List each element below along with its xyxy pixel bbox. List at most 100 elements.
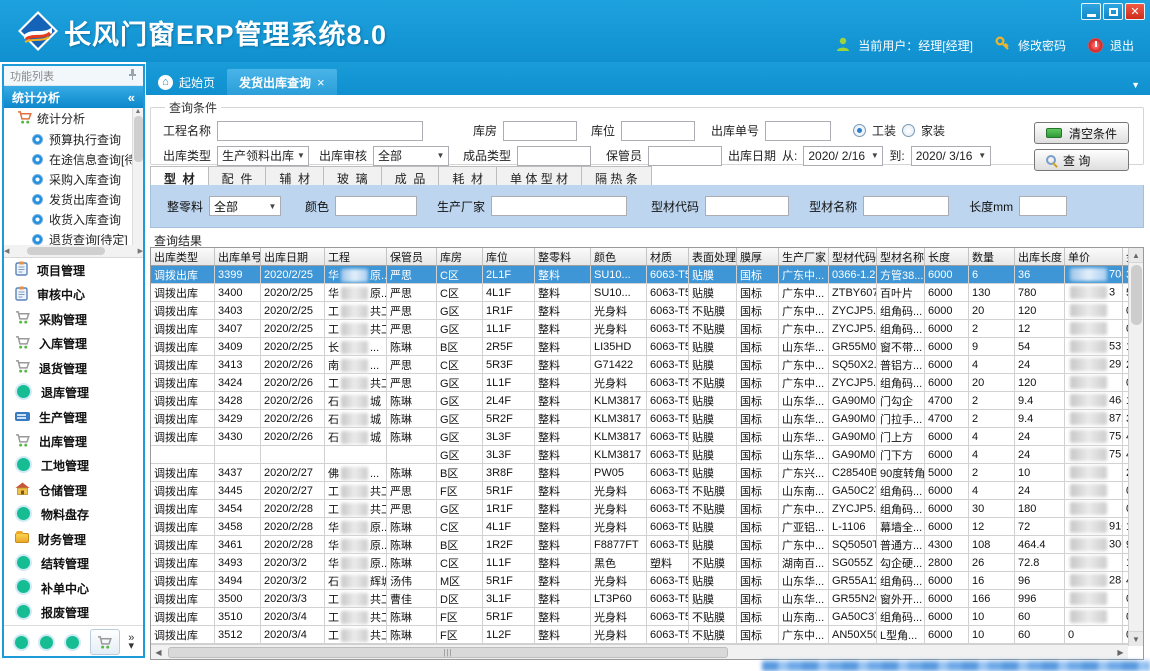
grid-column-header[interactable]: 出库单号 bbox=[215, 248, 261, 266]
table-row[interactable]: 调拨出库35122020/3/4工共工程陈琳F区1L2F整料光身料6063-T5… bbox=[151, 626, 1128, 644]
project-name-input[interactable] bbox=[217, 121, 423, 141]
circle-icon[interactable] bbox=[15, 636, 28, 649]
table-row[interactable]: 调拨出库34932020/3/2华原...陈琳C区1L1F整料黑色塑料不贴膜国标… bbox=[151, 554, 1128, 572]
sidebar-section-header[interactable]: 统计分析 « bbox=[4, 86, 143, 108]
grid-column-header[interactable]: 生产厂家 bbox=[779, 248, 829, 266]
tab-home[interactable]: ⌂ 起始页 bbox=[146, 69, 227, 95]
table-row[interactable]: 调拨出库34582020/2/28华原...陈琳C区4L1F整料光身料6063-… bbox=[151, 518, 1128, 536]
sidebar-item-生产管理[interactable]: 生产管理 bbox=[4, 405, 143, 429]
sidebar-item-退库管理[interactable]: 退库管理 bbox=[4, 380, 143, 404]
table-row[interactable]: 调拨出库34032020/2/25工共工程严思G区1R1F整料光身料6063-T… bbox=[151, 302, 1128, 320]
grid-column-header[interactable]: 型材代码 bbox=[829, 248, 877, 266]
change-password-link[interactable]: 修改密码 bbox=[1018, 37, 1066, 54]
sidebar-item-审核中心[interactable]: 审核中心 bbox=[4, 282, 143, 306]
sidebar-item-结转管理[interactable]: 结转管理 bbox=[4, 552, 143, 576]
sidebar-item-补单中心[interactable]: 补单中心 bbox=[4, 576, 143, 600]
length-input[interactable] bbox=[1019, 196, 1067, 216]
search-button[interactable]: 查 询 bbox=[1034, 149, 1129, 171]
location-input[interactable] bbox=[621, 121, 695, 141]
table-row[interactable]: 调拨出库34072020/2/25工共工程严思G区1L1F整料光身料6063-T… bbox=[151, 320, 1128, 338]
logout-link[interactable]: 退出 bbox=[1110, 37, 1134, 54]
sidebar-item-工地管理[interactable]: 工地管理 bbox=[4, 454, 143, 478]
more-chevron[interactable]: »▾ bbox=[128, 634, 134, 650]
grid-column-header[interactable]: 整零料 bbox=[535, 248, 591, 266]
tree-item[interactable]: 在途信息查询[待 bbox=[4, 149, 143, 169]
color-input[interactable] bbox=[335, 196, 417, 216]
table-row[interactable]: 调拨出库33992020/2/25华原...严思C区2L1F整料SU10...6… bbox=[151, 266, 1128, 284]
grid-column-header[interactable]: 颜色 bbox=[591, 248, 647, 266]
minimize-icon[interactable] bbox=[1081, 3, 1101, 20]
warehouse-input[interactable] bbox=[503, 121, 577, 141]
grid-column-header[interactable]: 单价 bbox=[1065, 248, 1123, 266]
tree-item[interactable]: 采购入库查询 bbox=[4, 169, 143, 189]
grid-header-row[interactable]: 出库类型出库单号出库日期工程保管员库房库位整零料颜色材质表面处理膜厚生产厂家型材… bbox=[151, 248, 1128, 266]
table-row[interactable]: 调拨出库34452020/2/27工共工程严思F区5R1F整料光身料6063-T… bbox=[151, 482, 1128, 500]
sidebar-item-物料盘存[interactable]: 物料盘存 bbox=[4, 503, 143, 527]
table-row[interactable]: 调拨出库34302020/2/26石城陈琳G区3L3F整料KLM38176063… bbox=[151, 428, 1128, 446]
sidebar-item-出库管理[interactable]: 出库管理 bbox=[4, 429, 143, 453]
grid-column-header[interactable]: 出库日期 bbox=[261, 248, 325, 266]
tab-close-icon[interactable]: × bbox=[317, 75, 325, 90]
table-row[interactable]: 调拨出库34282020/2/26石城陈琳G区2L4F整料KLM38176063… bbox=[151, 392, 1128, 410]
sidebar-item-报废管理[interactable]: 报废管理 bbox=[4, 601, 143, 625]
table-row[interactable]: 调拨出库34002020/2/25华原...严思C区4L1F整料SU10...6… bbox=[151, 284, 1128, 302]
grid-column-header[interactable]: 材质 bbox=[647, 248, 689, 266]
grid-column-header[interactable]: 工程 bbox=[325, 248, 387, 266]
sidebar-item-财务管理[interactable]: 财务管理 bbox=[4, 527, 143, 551]
table-row[interactable]: 调拨出库35002020/3/3工共工程曹佳D区3L1F整料LT3P606063… bbox=[151, 590, 1128, 608]
grid-column-header[interactable]: 库房 bbox=[437, 248, 483, 266]
collapse-icon[interactable]: « bbox=[128, 90, 135, 105]
date-to-picker[interactable]: 2020/ 3/16▼ bbox=[911, 146, 991, 166]
pin-icon[interactable] bbox=[128, 68, 137, 83]
table-row[interactable]: 调拨出库34132020/2/26南...严思C区5R3F整料G71422606… bbox=[151, 356, 1128, 374]
radio-jiazhuang[interactable] bbox=[902, 124, 915, 137]
grid-column-header[interactable]: 数量 bbox=[969, 248, 1015, 266]
grid-column-header[interactable]: 长度 bbox=[925, 248, 969, 266]
close-icon[interactable]: ✕ bbox=[1125, 3, 1145, 20]
table-row[interactable]: 调拨出库34942020/3/2石辉城汤伟M区5R1F整料光身料6063-T5贴… bbox=[151, 572, 1128, 590]
factory-input[interactable] bbox=[491, 196, 627, 216]
sidebar-item-入库管理[interactable]: 入库管理 bbox=[4, 331, 143, 355]
table-row[interactable]: 调拨出库34092020/2/25长...陈琳B区2R5F整料LI35HD606… bbox=[151, 338, 1128, 356]
sidebar-item-项目管理[interactable]: 项目管理 bbox=[4, 258, 143, 282]
profile-name-input[interactable] bbox=[863, 196, 949, 216]
sidebar-item-退货管理[interactable]: 退货管理 bbox=[4, 356, 143, 380]
date-from-picker[interactable]: 2020/ 2/16▼ bbox=[803, 146, 883, 166]
table-row[interactable]: 调拨出库34292020/2/26石城陈琳G区5R2F整料KLM38176063… bbox=[151, 410, 1128, 428]
sidebar-item-仓储管理[interactable]: 仓储管理 bbox=[4, 478, 143, 502]
circle-icon[interactable] bbox=[66, 636, 79, 649]
cart-button[interactable] bbox=[90, 629, 120, 655]
table-row[interactable]: G区3L3F整料KLM38176063-T5贴膜国标山东华...GA90M09.… bbox=[151, 446, 1128, 464]
clear-conditions-button[interactable]: 清空条件 bbox=[1034, 122, 1129, 144]
table-row[interactable]: 调拨出库34542020/2/28工共工程严思G区1R1F整料光身料6063-T… bbox=[151, 500, 1128, 518]
sidebar-item-采购管理[interactable]: 采购管理 bbox=[4, 307, 143, 331]
table-row[interactable]: 调拨出库35102020/3/4工共工程陈琳F区5R1F整料光身料6063-T5… bbox=[151, 608, 1128, 626]
tree-root[interactable]: 统计分析 bbox=[4, 108, 143, 129]
grid-horizontal-scrollbar[interactable]: ◀|||▶ bbox=[151, 644, 1128, 659]
table-row[interactable]: 调拨出库34242020/2/26工共工程严思G区1L1F整料光身料6063-T… bbox=[151, 374, 1128, 392]
whole-part-select[interactable]: 全部▼ bbox=[209, 196, 281, 216]
table-row[interactable]: 调拨出库34372020/2/27佛...陈琳B区3R8F整料PW056063-… bbox=[151, 464, 1128, 482]
grid-column-header[interactable]: 表面处理 bbox=[689, 248, 737, 266]
audit-select[interactable]: 全部▼ bbox=[373, 146, 449, 166]
tree-vertical-scrollbar[interactable]: ▲ bbox=[132, 108, 143, 246]
radio-gongzhuang[interactable] bbox=[853, 124, 866, 137]
tree-item[interactable]: 预算执行查询 bbox=[4, 129, 143, 149]
grid-vertical-scrollbar[interactable]: ▲▼ bbox=[1128, 248, 1143, 646]
tree-item[interactable]: 收货入库查询 bbox=[4, 209, 143, 229]
tree-horizontal-scrollbar[interactable]: ◀▶ bbox=[4, 245, 143, 257]
profile-code-input[interactable] bbox=[705, 196, 789, 216]
table-row[interactable]: 调拨出库34612020/2/28华原...陈琳B区1R2F整料F8877FT6… bbox=[151, 536, 1128, 554]
tree-item[interactable]: 发货出库查询 bbox=[4, 189, 143, 209]
maximize-icon[interactable] bbox=[1103, 3, 1123, 20]
outbound-type-select[interactable]: 生产领料出库▼ bbox=[217, 146, 309, 166]
circle-icon[interactable] bbox=[40, 636, 53, 649]
keeper-input[interactable] bbox=[648, 146, 722, 166]
grid-column-header[interactable]: 出库长度 bbox=[1015, 248, 1065, 266]
tab-list-caret-icon[interactable]: ▼ bbox=[1131, 80, 1140, 90]
product-type-input[interactable] bbox=[517, 146, 591, 166]
grid-column-header[interactable]: 出库类型 bbox=[151, 248, 215, 266]
tab-outbound-query[interactable]: 发货出库查询 × bbox=[227, 69, 337, 95]
grid-column-header[interactable]: 型材名称 bbox=[877, 248, 925, 266]
grid-column-header[interactable]: 保管员 bbox=[387, 248, 437, 266]
